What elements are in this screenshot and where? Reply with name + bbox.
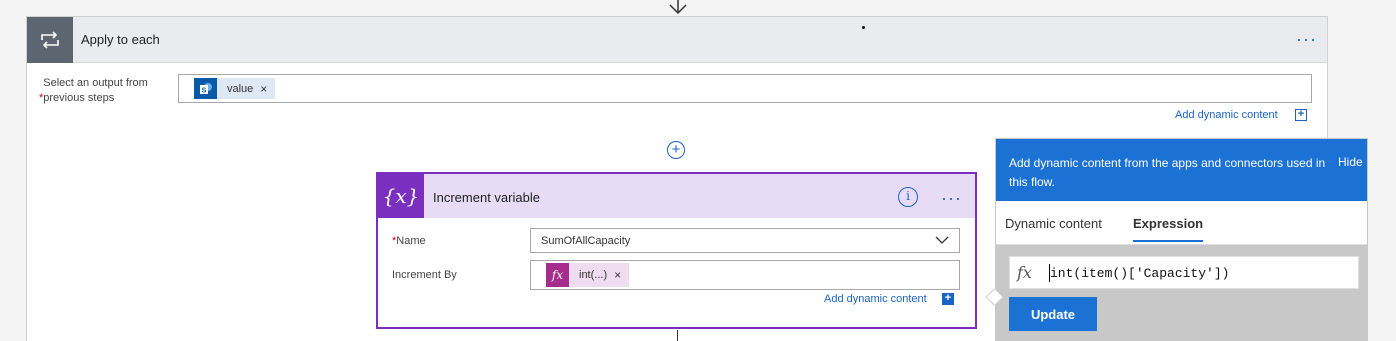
card-more-icon[interactable]: ··· <box>941 189 962 207</box>
dynamic-content-panel: Add dynamic content from the apps and co… <box>995 138 1368 341</box>
scope-header[interactable]: Apply to each ··· <box>27 17 1327 63</box>
card-title: Increment variable <box>433 190 540 205</box>
info-icon[interactable]: i <box>898 187 918 207</box>
name-label-text: Name <box>396 235 426 247</box>
expression-token[interactable]: fx int(...) × <box>546 263 630 287</box>
add-dynamic-content-link[interactable]: Add dynamic content <box>824 293 927 305</box>
panel-description: Add dynamic content from the apps and co… <box>1009 156 1326 189</box>
fx-icon: fx <box>1017 263 1032 282</box>
connector-line <box>677 330 678 341</box>
increment-by-label: Increment By <box>392 269 457 281</box>
add-dynamic-content-plus-icon[interactable]: + <box>942 293 954 305</box>
output-input[interactable]: S value × <box>178 74 1312 103</box>
add-step-icon[interactable]: + <box>667 141 685 159</box>
fx-icon: fx <box>546 263 569 287</box>
chevron-down-icon <box>935 236 949 244</box>
variable-icon: {x} <box>378 174 424 218</box>
select-output-text: Select an output from previous steps <box>43 77 148 104</box>
select-output-label: *Select an output from previous steps <box>39 76 155 106</box>
value-token[interactable]: S value × <box>194 78 276 99</box>
name-select-value: SumOfAllCapacity <box>541 235 631 247</box>
svg-text:S: S <box>201 87 206 94</box>
update-button[interactable]: Update <box>1009 297 1097 331</box>
hide-button[interactable]: Hide <box>1338 155 1363 169</box>
scope-title: Apply to each <box>81 32 160 47</box>
value-token-label: value <box>227 82 254 95</box>
sharepoint-icon: S <box>194 78 217 99</box>
remove-token-icon[interactable]: × <box>260 82 267 96</box>
expression-token-label: int(...) <box>579 269 608 281</box>
name-select[interactable]: SumOfAllCapacity <box>530 228 960 253</box>
scope-more-icon[interactable]: ··· <box>1296 30 1317 48</box>
tab-expression[interactable]: Expression <box>1133 216 1204 242</box>
add-dynamic-content-plus-icon[interactable]: + <box>1295 109 1307 121</box>
expression-text: int(item()['Capacity']) <box>1050 266 1230 281</box>
add-dynamic-content-link[interactable]: Add dynamic content <box>1175 109 1278 121</box>
panel-tabs: Dynamic content Expression <box>996 201 1367 245</box>
remove-token-icon[interactable]: × <box>614 268 621 282</box>
card-header[interactable]: {x} Increment variable i ··· <box>378 174 975 218</box>
expression-area: fx int(item()['Capacity']) Update <box>996 245 1367 341</box>
increment-by-input[interactable]: fx int(...) × <box>530 260 960 290</box>
stray-dot <box>862 26 865 29</box>
increment-variable-card: {x} Increment variable i ··· *Name SumOf… <box>376 172 977 329</box>
name-label: *Name <box>392 234 426 249</box>
tab-dynamic-content[interactable]: Dynamic content <box>1005 216 1102 240</box>
panel-header: Add dynamic content from the apps and co… <box>996 139 1367 201</box>
loop-icon <box>27 17 73 63</box>
expression-input[interactable]: fx int(item()['Capacity']) <box>1009 256 1359 289</box>
